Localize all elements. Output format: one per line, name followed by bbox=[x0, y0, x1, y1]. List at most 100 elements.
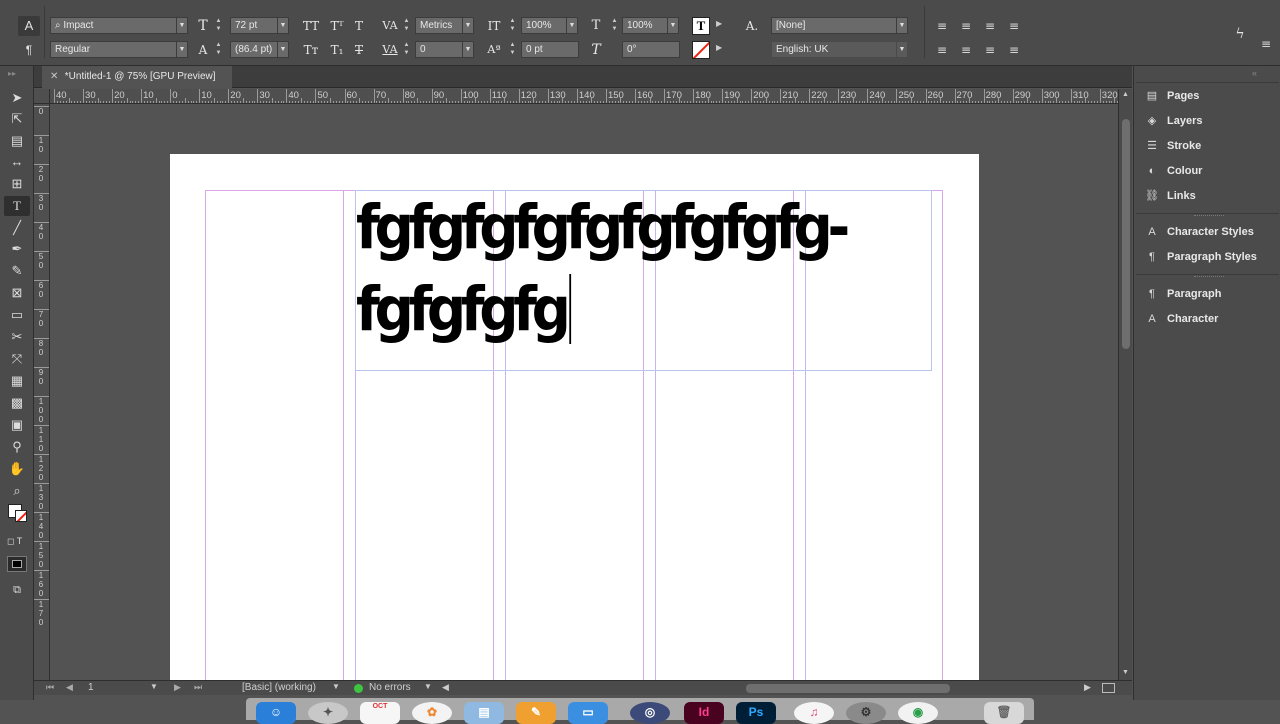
underline-button[interactable]: T bbox=[350, 17, 368, 35]
vertical-scale-stepper[interactable]: ▲ ▼ bbox=[508, 17, 517, 34]
horizontal-scroll-thumb[interactable] bbox=[746, 684, 950, 693]
panel-item-links[interactable]: ⛓ Links bbox=[1142, 185, 1277, 207]
quick-apply-icon[interactable]: ϟ bbox=[1232, 25, 1248, 43]
leading-dropdown[interactable]: ▼ bbox=[277, 41, 289, 58]
formatting-affects-container-icon[interactable]: ◻ T bbox=[7, 536, 22, 547]
superscript-button[interactable]: Tᵀ bbox=[326, 17, 348, 35]
vertical-scroll-thumb[interactable] bbox=[1122, 119, 1130, 349]
text-stroke-swatch[interactable] bbox=[692, 41, 710, 59]
justify-left-icon[interactable]: ≡ bbox=[1006, 17, 1022, 35]
finder-icon[interactable]: ☺ bbox=[256, 702, 296, 724]
gradient-swatch-tool-icon[interactable]: ▦ bbox=[4, 371, 30, 391]
chrome-icon[interactable]: ◉ bbox=[898, 702, 938, 724]
calendar-icon[interactable]: OCT bbox=[360, 702, 400, 724]
all-caps-button[interactable]: TT bbox=[300, 17, 322, 35]
panel-item-paragraph-styles[interactable]: ¶ Paragraph Styles bbox=[1142, 246, 1277, 268]
rectangle-frame-tool-icon[interactable]: ⊠ bbox=[4, 283, 30, 303]
pasteboard[interactable]: fgfgfgfgfgfgfgfgfg- fgfgfgfg bbox=[50, 104, 1118, 680]
panel-item-paragraph[interactable]: ¶ Paragraph bbox=[1142, 283, 1277, 305]
preflight-profile-dropdown[interactable]: ▼ bbox=[332, 682, 340, 691]
kerning-dropdown[interactable]: ▼ bbox=[462, 17, 474, 34]
strikethrough-button[interactable]: T bbox=[350, 41, 368, 59]
scroll-left-icon[interactable]: ◀ bbox=[442, 682, 449, 693]
panel-item-character[interactable]: A Character bbox=[1142, 308, 1277, 330]
align-spine-icon[interactable]: ≡ bbox=[1006, 41, 1022, 59]
fill-swatch-menu-arrow[interactable]: ▶ bbox=[716, 19, 722, 28]
itunes-icon[interactable]: ♫ bbox=[794, 702, 834, 724]
trash-icon[interactable]: 🗑 bbox=[984, 702, 1024, 724]
font-style-dropdown[interactable]: ▼ bbox=[176, 41, 188, 58]
direct-selection-tool-icon[interactable]: ⇱ bbox=[4, 109, 30, 129]
baseline-shift-field[interactable]: 0 pt bbox=[521, 41, 579, 58]
zoom-tool-icon[interactable]: ⌕ bbox=[4, 481, 30, 501]
character-formatting-mode-icon[interactable]: A bbox=[18, 16, 40, 36]
font-style-field[interactable]: Regular bbox=[50, 41, 178, 58]
stroke-color-icon[interactable] bbox=[15, 510, 27, 522]
leading-stepper[interactable]: ▲ ▼ bbox=[214, 41, 223, 58]
justify-center-icon[interactable]: ≡ bbox=[934, 41, 950, 59]
launchpad-icon[interactable]: ✦ bbox=[308, 702, 348, 724]
vertical-scale-dropdown[interactable]: ▼ bbox=[566, 17, 578, 34]
pencil-tool-icon[interactable]: ✎ bbox=[4, 261, 30, 281]
tracking-dropdown[interactable]: ▼ bbox=[462, 41, 474, 58]
close-icon[interactable]: ✕ bbox=[50, 66, 62, 88]
character-style-field[interactable]: [None] bbox=[771, 17, 897, 34]
tracking-stepper[interactable]: ▲ ▼ bbox=[402, 41, 411, 58]
photoshop-icon[interactable]: Ps bbox=[736, 702, 776, 724]
scroll-down-icon[interactable]: ▼ bbox=[1122, 669, 1129, 676]
baseline-shift-stepper[interactable]: ▲ ▼ bbox=[508, 41, 517, 58]
gap-tool-icon[interactable]: ↔ bbox=[4, 152, 30, 172]
panel-item-colour[interactable]: ◐ Colour bbox=[1142, 160, 1277, 182]
font-family-field[interactable]: ⌕ Impact bbox=[50, 17, 178, 34]
horizontal-ruler[interactable]: 40 30 20 10 0 10 20 30 40 50 60 70 80 90 100 110 120 130 1… bbox=[50, 89, 1118, 104]
justify-all-icon[interactable]: ≡ bbox=[982, 41, 998, 59]
type-tool-icon[interactable]: T bbox=[4, 196, 30, 216]
font-size-dropdown[interactable]: ▼ bbox=[277, 17, 289, 34]
horizontal-scale-dropdown[interactable]: ▼ bbox=[667, 17, 679, 34]
selection-tool-icon[interactable]: ➤ bbox=[4, 88, 30, 108]
font-family-dropdown[interactable]: ▼ bbox=[176, 17, 188, 34]
hand-tool-icon[interactable]: ✋ bbox=[4, 459, 30, 479]
split-window-icon[interactable] bbox=[1102, 683, 1115, 693]
line-tool-icon[interactable]: ╱ bbox=[4, 218, 30, 238]
control-panel-menu-icon[interactable]: ≡ bbox=[1258, 35, 1274, 53]
subscript-button[interactable]: T₁ bbox=[326, 41, 348, 59]
pen-tool-icon[interactable]: ✒ bbox=[4, 239, 30, 259]
font-size-field[interactable]: 72 pt bbox=[230, 17, 278, 34]
next-page-icon[interactable]: ▶ bbox=[174, 682, 181, 693]
last-page-icon[interactable]: ⏭ bbox=[194, 682, 202, 693]
previous-page-icon[interactable]: ◀ bbox=[66, 682, 73, 693]
text-fill-swatch[interactable]: T bbox=[692, 17, 710, 35]
leading-field[interactable]: (86.4 pt) bbox=[230, 41, 278, 58]
eyedropper-tool-icon[interactable]: ⚲ bbox=[4, 437, 30, 457]
panel-item-character-styles[interactable]: A Character Styles bbox=[1142, 221, 1277, 243]
preview-icon[interactable]: ▤ bbox=[464, 702, 504, 724]
page-number-field[interactable]: 1 bbox=[88, 682, 94, 693]
gradient-feather-tool-icon[interactable]: ▩ bbox=[4, 393, 30, 413]
scissors-tool-icon[interactable]: ✂ bbox=[4, 327, 30, 347]
horizontal-scale-stepper[interactable]: ▲ ▼ bbox=[610, 17, 619, 34]
panel-expand-icon[interactable]: « bbox=[1252, 68, 1257, 78]
skew-field[interactable]: 0° bbox=[622, 41, 680, 58]
text-frame[interactable]: fgfgfgfgfgfgfgfgfg- fgfgfgfg bbox=[355, 190, 932, 371]
scroll-up-icon[interactable]: ▲ bbox=[1122, 91, 1129, 98]
preflight-menu-dropdown[interactable]: ▼ bbox=[424, 682, 432, 691]
scroll-right-icon[interactable]: ▶ bbox=[1084, 682, 1091, 693]
screen-mode-icon[interactable]: ⧉ bbox=[4, 580, 30, 600]
character-style-dropdown[interactable]: ▼ bbox=[896, 17, 908, 34]
panel-item-pages[interactable]: ▤ Pages bbox=[1142, 85, 1277, 107]
system-preferences-icon[interactable]: ⚙ bbox=[846, 702, 886, 724]
indesign-icon[interactable]: Id bbox=[684, 702, 724, 724]
first-page-icon[interactable]: ⏮ bbox=[46, 682, 54, 693]
free-transform-tool-icon[interactable]: ⤧ bbox=[4, 349, 30, 369]
vertical-scale-field[interactable]: 100% bbox=[521, 17, 567, 34]
stroke-swatch-menu-arrow[interactable]: ▶ bbox=[716, 43, 722, 52]
panel-item-stroke[interactable]: ☰ Stroke bbox=[1142, 135, 1277, 157]
language-field[interactable]: English: UK bbox=[771, 41, 897, 58]
language-dropdown[interactable]: ▼ bbox=[896, 41, 908, 58]
align-center-icon[interactable]: ≡ bbox=[958, 17, 974, 35]
browser-icon[interactable]: ◎ bbox=[630, 702, 670, 724]
note-tool-icon[interactable]: ▣ bbox=[4, 415, 30, 435]
page-tool-icon[interactable]: ▤ bbox=[4, 131, 30, 151]
pages-app-icon[interactable]: ✎ bbox=[516, 702, 556, 724]
